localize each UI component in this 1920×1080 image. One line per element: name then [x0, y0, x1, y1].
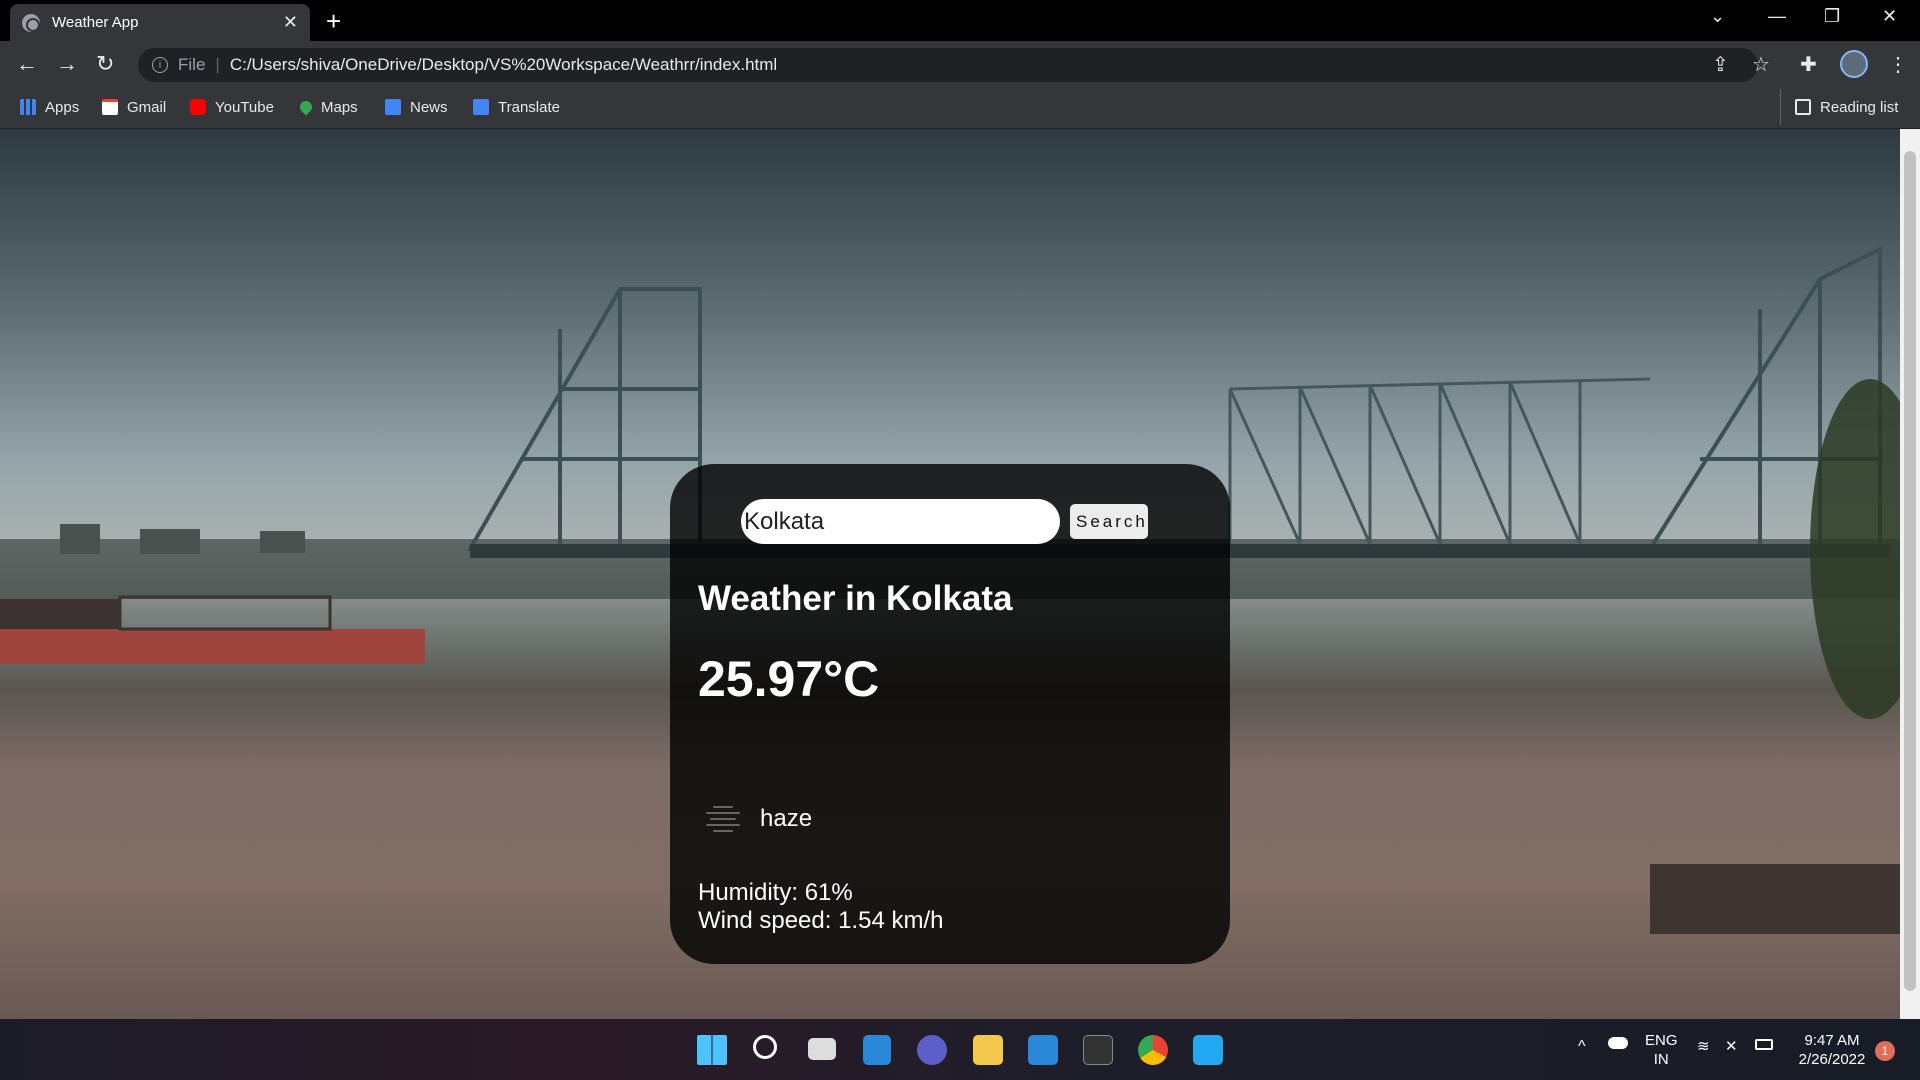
reading-list[interactable]: Reading list — [1780, 89, 1898, 125]
chevron-up-icon[interactable]: ^ — [1578, 1037, 1586, 1056]
news-icon — [385, 99, 401, 115]
clock[interactable]: 9:47 AM 2/26/2022 — [1792, 1031, 1872, 1069]
humidity-text: Humidity: 61% — [698, 879, 853, 906]
restore-icon[interactable]: ❐ — [1824, 6, 1840, 27]
weather-description-row: haze — [698, 799, 812, 839]
address-bar[interactable]: i File | C:/Users/shiva/OneDrive/Desktop… — [138, 48, 1758, 82]
widgets-icon[interactable] — [863, 1035, 891, 1065]
globe-icon — [22, 13, 40, 32]
bookmark-apps[interactable]: Apps — [20, 89, 79, 125]
search-row: Search — [741, 499, 1148, 544]
file-explorer-icon[interactable] — [973, 1035, 1003, 1065]
clock-date: 2/26/2022 — [1798, 1051, 1866, 1068]
translate-icon — [473, 99, 489, 115]
address-scheme: File — [178, 55, 206, 74]
browser-toolbar: ← → ↻ i File | C:/Users/shiva/OneDrive/D… — [0, 41, 1920, 89]
reading-list-icon — [1795, 99, 1811, 115]
haze-icon — [698, 799, 748, 839]
forward-arrow-icon[interactable]: → — [56, 51, 78, 77]
notification-badge[interactable]: 1 — [1875, 1041, 1895, 1061]
chrome-icon[interactable] — [1138, 1035, 1168, 1065]
close-tab-icon[interactable]: ✕ — [283, 12, 298, 33]
region-code: IN — [1653, 1051, 1669, 1068]
bookmark-youtube[interactable]: YouTube — [190, 89, 274, 125]
weather-card: Search Weather in Kolkata 25.97°C haze H… — [670, 464, 1230, 964]
profile-avatar[interactable] — [1840, 50, 1868, 78]
back-arrow-icon[interactable]: ← — [16, 51, 38, 77]
windows-start-icon[interactable] — [697, 1035, 727, 1065]
bookmark-label: Gmail — [127, 98, 167, 116]
bookmarks-bar: Apps Gmail YouTube Maps News Translate R… — [0, 89, 1920, 129]
search-button[interactable]: Search — [1070, 504, 1148, 539]
search-icon[interactable] — [753, 1035, 777, 1059]
weather-description: haze — [760, 805, 813, 832]
reading-list-label: Reading list — [1820, 98, 1899, 116]
bookmark-translate[interactable]: Translate — [473, 89, 560, 125]
maps-pin-icon — [297, 98, 315, 116]
new-tab-icon[interactable]: + — [326, 6, 341, 37]
page-background: Search Weather in Kolkata 25.97°C haze H… — [0, 129, 1900, 1019]
clock-time: 9:47 AM — [1804, 1032, 1860, 1049]
menu-kebab-icon[interactable]: ⋮ — [1888, 52, 1908, 77]
city-search-input[interactable] — [741, 499, 1060, 544]
bookmark-star-icon[interactable]: ☆ — [1752, 52, 1770, 77]
gmail-icon — [102, 99, 118, 115]
microsoft-store-icon[interactable] — [1028, 1035, 1058, 1065]
vscode-icon[interactable] — [1193, 1035, 1223, 1065]
task-view-icon[interactable] — [808, 1038, 836, 1060]
volume-muted-icon[interactable]: ✕ — [1725, 1037, 1738, 1056]
extensions-puzzle-icon[interactable]: ✚ — [1800, 52, 1817, 77]
apps-grid-icon — [20, 99, 36, 115]
bookmark-news[interactable]: News — [385, 89, 448, 125]
wind-speed-text: Wind speed: 1.54 km/h — [698, 907, 944, 934]
tab-title: Weather App — [52, 14, 139, 31]
info-icon[interactable]: i — [152, 57, 168, 73]
scrollbar-thumb[interactable] — [1904, 151, 1916, 991]
battery-icon[interactable] — [1755, 1039, 1773, 1050]
reload-icon[interactable]: ↻ — [96, 51, 114, 77]
bookmark-label: Translate — [498, 98, 560, 116]
tab-search-icon[interactable]: ⌄ — [1710, 6, 1725, 27]
chat-icon[interactable] — [917, 1035, 947, 1065]
wifi-icon[interactable]: ≋ — [1697, 1037, 1710, 1056]
language-indicator[interactable]: ENG IN — [1645, 1031, 1678, 1069]
address-separator: | — [215, 55, 220, 74]
page-scrollbar[interactable] — [1900, 129, 1920, 1019]
city-heading: Weather in Kolkata — [698, 579, 1013, 618]
temperature-value: 25.97°C — [698, 651, 880, 707]
bookmark-label: Apps — [45, 98, 80, 116]
close-window-icon[interactable]: ✕ — [1882, 6, 1897, 27]
bookmark-label: Maps — [321, 98, 358, 116]
bookmark-maps[interactable]: Maps — [297, 89, 358, 125]
language-code: ENG — [1645, 1032, 1678, 1049]
browser-tab[interactable]: Weather App ✕ — [10, 4, 310, 41]
address-url[interactable]: C:/Users/shiva/OneDrive/Desktop/VS%20Wor… — [230, 55, 777, 75]
onedrive-cloud-icon[interactable] — [1608, 1037, 1628, 1049]
bookmark-gmail[interactable]: Gmail — [102, 89, 166, 125]
notion-icon[interactable] — [1083, 1035, 1113, 1065]
share-icon[interactable]: ⇪ — [1712, 52, 1729, 77]
bookmark-label: YouTube — [215, 98, 274, 116]
youtube-icon — [190, 99, 206, 115]
minimize-icon[interactable]: — — [1768, 6, 1786, 27]
bookmark-label: News — [410, 98, 448, 116]
windows-taskbar: ^ ENG IN ≋ ✕ 9:47 AM 2/26/2022 1 — [0, 1019, 1920, 1080]
browser-tab-bar: Weather App ✕ + ⌄ — ❐ ✕ — [0, 0, 1920, 41]
